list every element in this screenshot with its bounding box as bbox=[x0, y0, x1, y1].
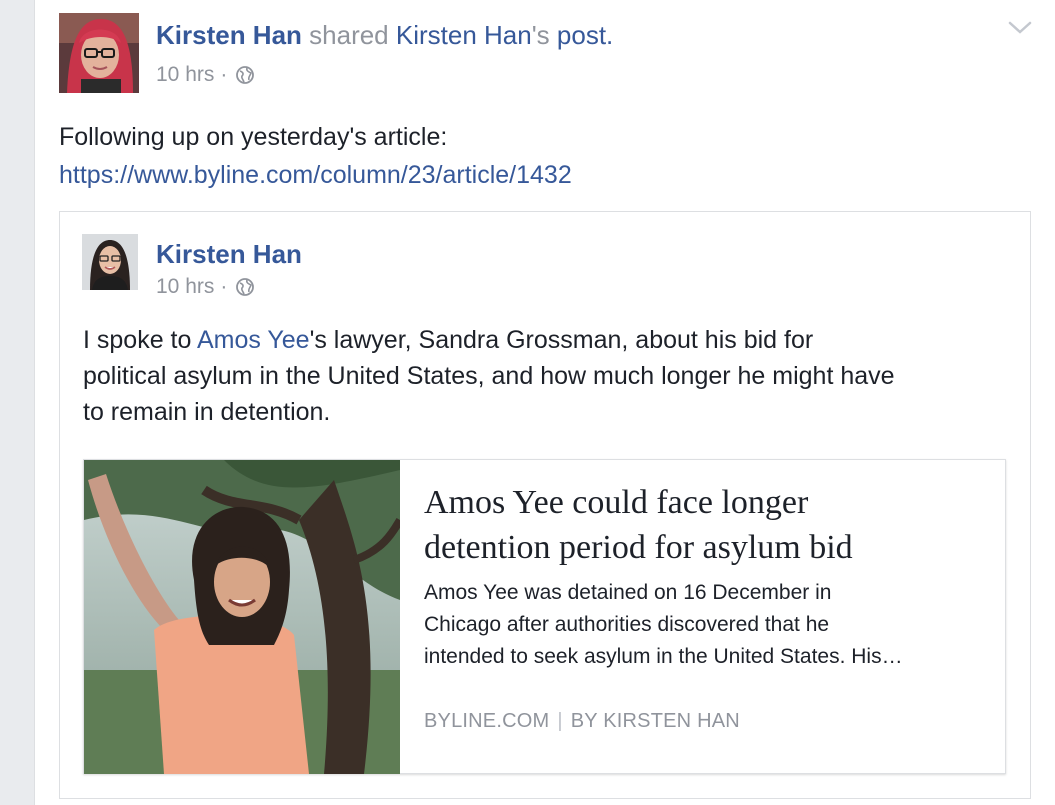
shared-post-line: I spoke to Amos Yee's lawyer, Sandra Gro… bbox=[83, 326, 814, 354]
shared-post-body: I spoke to Amos Yee's lawyer, Sandra Gro… bbox=[83, 322, 1023, 430]
possessive-text: 's bbox=[531, 20, 550, 50]
shared-post-meta: 10 hrs · bbox=[156, 274, 255, 300]
article-title-line: detention period for asylum bid bbox=[424, 529, 853, 566]
meta-separator: · bbox=[220, 63, 228, 86]
article-preview-card[interactable]: Amos Yee could face longer detention per… bbox=[83, 459, 1006, 774]
article-title-line: Amos Yee could face longer bbox=[424, 484, 809, 521]
article-source: BYLINE.COM | BY KIRSTEN HAN bbox=[424, 708, 740, 734]
shared-post-link[interactable]: post. bbox=[550, 20, 613, 50]
feed-background bbox=[0, 0, 34, 805]
post-meta: 10 hrs · bbox=[156, 62, 255, 88]
post-text-line: Following up on yesterday's article: bbox=[59, 123, 448, 151]
article-domain: BYLINE.COM bbox=[424, 710, 550, 732]
article-desc-line: intended to seek asylum in the United St… bbox=[424, 645, 903, 668]
shared-post-line: political asylum in the United States, a… bbox=[83, 362, 895, 390]
shared-post-line: to remain in detention. bbox=[83, 398, 331, 426]
shared-author-avatar[interactable] bbox=[82, 234, 138, 290]
article-title[interactable]: Amos Yee could face longer detention per… bbox=[424, 480, 984, 570]
meta-separator: · bbox=[220, 275, 228, 298]
share-action-text: shared bbox=[301, 20, 396, 50]
article-thumbnail[interactable] bbox=[84, 460, 400, 774]
post-header: Kirsten Han shared Kirsten Han's post. bbox=[156, 18, 613, 52]
globe-icon[interactable] bbox=[235, 65, 255, 85]
mention-link-amos-yee[interactable]: Amos Yee bbox=[197, 326, 310, 354]
article-desc-line: Chicago after authorities discovered tha… bbox=[424, 613, 830, 636]
chevron-down-icon[interactable] bbox=[1007, 18, 1033, 38]
feed-post-card: Kirsten Han shared Kirsten Han's post. 1… bbox=[34, 0, 1055, 805]
post-body: Following up on yesterday's article: htt… bbox=[59, 118, 572, 194]
source-separator: | bbox=[557, 710, 563, 732]
article-description: Amos Yee was detained on 16 December in … bbox=[424, 577, 984, 673]
shared-post-timestamp[interactable]: 10 hrs bbox=[156, 274, 214, 300]
globe-icon[interactable] bbox=[235, 277, 255, 297]
author-avatar[interactable] bbox=[59, 13, 139, 93]
author-name-link[interactable]: Kirsten Han bbox=[156, 20, 302, 50]
post-url-link[interactable]: https://www.byline.com/column/23/article… bbox=[59, 156, 572, 194]
shared-author-link[interactable]: Kirsten Han bbox=[396, 20, 532, 50]
post-timestamp[interactable]: 10 hrs bbox=[156, 62, 214, 88]
article-desc-line: Amos Yee was detained on 16 December in bbox=[424, 581, 832, 604]
shared-author-name-link[interactable]: Kirsten Han bbox=[156, 237, 302, 271]
article-byline: BY KIRSTEN HAN bbox=[570, 710, 740, 732]
